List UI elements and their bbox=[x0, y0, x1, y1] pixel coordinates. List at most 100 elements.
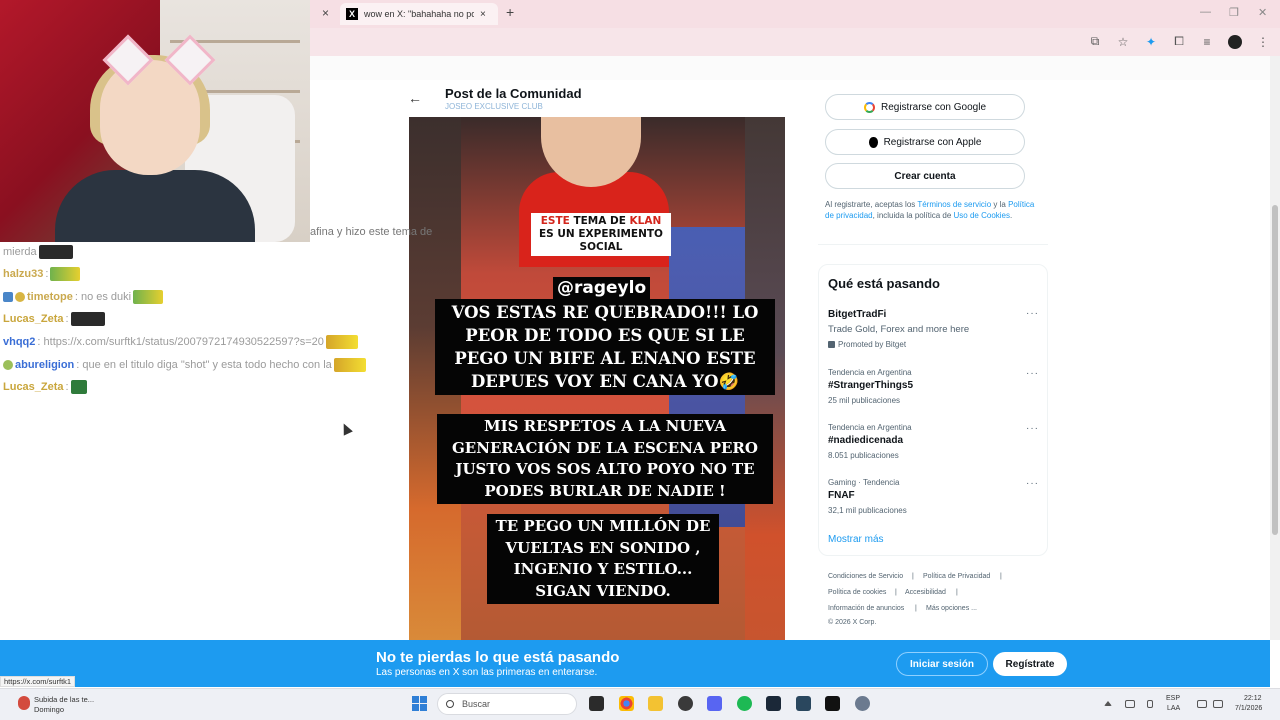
terms-text: Al registrarte, aceptas los Términos de … bbox=[825, 199, 1035, 221]
google-signup-label: Registrarse con Google bbox=[880, 101, 987, 113]
task-view-icon[interactable] bbox=[589, 696, 604, 711]
tab-close-icon[interactable]: × bbox=[480, 9, 486, 20]
install-app-icon[interactable]: ⧉ bbox=[1088, 34, 1102, 49]
trend-description: Trade Gold, Forex and more here bbox=[828, 324, 970, 335]
weather-widget-subtitle: Domingo bbox=[34, 705, 65, 714]
trend-name[interactable]: BitgetTradFi bbox=[828, 309, 886, 320]
trend-context: Tendencia en Argentina bbox=[828, 423, 912, 432]
image-caption-label: ESTE TEMA DE KLAN ES UN EXPERIMENTO SOCI… bbox=[531, 213, 671, 256]
chat-message: : que en el titulo diga "shot" y esta to… bbox=[76, 359, 332, 371]
apple-signup-button[interactable]: Registrarse con Apple bbox=[825, 129, 1025, 155]
emote-icon bbox=[70, 312, 105, 326]
discord-icon[interactable] bbox=[707, 696, 722, 711]
show-more-link[interactable]: Mostrar más bbox=[828, 534, 884, 545]
volume-icon[interactable] bbox=[1213, 700, 1223, 708]
language-indicator[interactable]: ESP bbox=[1166, 695, 1180, 702]
footer-cookies-link[interactable]: Política de cookies bbox=[828, 589, 886, 596]
create-account-label: Crear cuenta bbox=[894, 170, 956, 182]
chat-line: halzu33 : bbox=[3, 266, 81, 282]
trend-count: 25 mil publicaciones bbox=[828, 396, 901, 405]
tray-chevron-icon[interactable] bbox=[1104, 701, 1112, 706]
terminal-icon[interactable] bbox=[825, 696, 840, 711]
extensions-puzzle-icon[interactable]: ⧠ bbox=[1172, 34, 1186, 49]
more-options-icon[interactable]: ··· bbox=[1026, 478, 1039, 489]
clock-time[interactable]: 22:12 bbox=[1244, 695, 1262, 702]
chat-username: vhqq2 bbox=[3, 336, 36, 348]
trend-context: Tendencia en Argentina bbox=[828, 368, 912, 377]
footer-privacy-link[interactable]: Política de Privacidad bbox=[923, 573, 990, 580]
terms-link[interactable]: Términos de servicio bbox=[917, 200, 991, 209]
trend-name[interactable]: FNAF bbox=[828, 490, 855, 501]
banner-subtitle: Las personas en X son las primeras en en… bbox=[376, 667, 598, 678]
subscriber-badge-icon bbox=[3, 292, 13, 302]
chat-username: Lucas_Zeta bbox=[3, 313, 64, 325]
trend-name[interactable]: #nadiedicenada bbox=[828, 435, 903, 446]
file-explorer-icon[interactable] bbox=[648, 696, 663, 711]
webcam-person-shirt bbox=[55, 170, 255, 242]
scrollbar-thumb[interactable] bbox=[1272, 205, 1278, 535]
caption-overlay: afina y hizo este tema de bbox=[310, 226, 433, 238]
community-name[interactable]: JOSEO EXCLUSIVE CLUB bbox=[445, 102, 543, 111]
footer-separator: | bbox=[912, 573, 914, 580]
chat-line: Lucas_Zeta : bbox=[3, 379, 87, 395]
profile-avatar[interactable] bbox=[1228, 34, 1242, 49]
image-text-block-3: TE PEGO UN MILLÓN DE VUELTAS EN SONIDO ,… bbox=[487, 514, 719, 604]
status-url: https://x.com/surftk1 bbox=[0, 676, 76, 687]
steam-alt-icon[interactable] bbox=[796, 696, 811, 711]
footer-more-link[interactable]: Más opciones ... bbox=[926, 605, 977, 612]
steam-icon[interactable] bbox=[766, 696, 781, 711]
maximize-button[interactable]: ❐ bbox=[1229, 6, 1239, 19]
browser-menu-icon[interactable]: ⋮ bbox=[1256, 35, 1270, 49]
footer-accessibility-link[interactable]: Accesibilidad bbox=[905, 589, 946, 596]
weather-widget-title[interactable]: Subida de las te... bbox=[34, 695, 94, 704]
chat-message: mierda bbox=[3, 246, 37, 258]
page-top-strip bbox=[310, 56, 1270, 80]
chat-message: : bbox=[45, 268, 49, 280]
signup-button[interactable]: Regístrate bbox=[993, 652, 1067, 676]
obs-icon[interactable] bbox=[678, 696, 693, 711]
chat-line: abureligion : que en el titulo diga "sho… bbox=[3, 357, 366, 373]
chat-message: : bbox=[65, 381, 69, 393]
browser-tab-active[interactable]: X wow en X: "bahahaha no pode: × bbox=[340, 3, 498, 25]
emote-icon bbox=[133, 290, 164, 304]
more-options-icon[interactable]: ··· bbox=[1026, 368, 1039, 379]
more-options-icon[interactable]: ··· bbox=[1026, 423, 1039, 434]
window-close-button[interactable]: ✕ bbox=[1258, 6, 1267, 19]
settings-gear-icon[interactable] bbox=[855, 696, 870, 711]
post-image[interactable]: ESTE TEMA DE KLAN ES UN EXPERIMENTO SOCI… bbox=[409, 117, 785, 640]
back-arrow-icon[interactable]: ← bbox=[408, 90, 422, 106]
emote-icon bbox=[38, 245, 73, 259]
close-icon[interactable]: × bbox=[322, 6, 329, 20]
chat-message: : bbox=[65, 313, 69, 325]
tray-app-icon[interactable] bbox=[1125, 700, 1135, 708]
extension-translate-icon[interactable]: ✦ bbox=[1144, 35, 1158, 49]
spotify-icon[interactable] bbox=[737, 696, 752, 711]
create-account-button[interactable]: Crear cuenta bbox=[825, 163, 1025, 189]
badge-icon bbox=[3, 360, 13, 370]
weather-widget-icon[interactable] bbox=[18, 696, 30, 710]
reading-list-icon[interactable]: ≡ bbox=[1200, 35, 1214, 49]
bookmark-star-icon[interactable]: ☆ bbox=[1116, 35, 1130, 49]
more-options-icon[interactable]: ··· bbox=[1026, 308, 1039, 319]
new-tab-button[interactable]: + bbox=[506, 4, 514, 20]
keyboard-layout: LAA bbox=[1167, 705, 1181, 712]
promoted-icon bbox=[828, 341, 835, 349]
taskbar-search[interactable]: Buscar bbox=[437, 693, 577, 715]
microphone-icon[interactable] bbox=[1147, 700, 1153, 708]
chat-username: abureligion bbox=[15, 359, 75, 371]
windows-start-icon[interactable] bbox=[412, 696, 427, 711]
chat-username: Lucas_Zeta bbox=[3, 381, 64, 393]
chrome-icon[interactable] bbox=[619, 696, 634, 711]
footer-ads-link[interactable]: Información de anuncios bbox=[828, 605, 904, 612]
google-signup-button[interactable]: Registrarse con Google bbox=[825, 94, 1025, 120]
login-button[interactable]: Iniciar sesión bbox=[896, 652, 988, 676]
trend-name[interactable]: #StrangerThings5 bbox=[828, 380, 913, 391]
minimize-button[interactable]: — bbox=[1200, 6, 1211, 18]
cookies-link[interactable]: Uso de Cookies bbox=[954, 211, 1010, 220]
network-icon[interactable] bbox=[1197, 700, 1207, 708]
footer-separator: | bbox=[956, 589, 958, 596]
taskbar bbox=[0, 688, 1280, 720]
clock-date: 7/1/2026 bbox=[1235, 705, 1263, 712]
emote-icon bbox=[325, 335, 358, 349]
footer-tos-link[interactable]: Condiciones de Servicio bbox=[828, 573, 903, 580]
